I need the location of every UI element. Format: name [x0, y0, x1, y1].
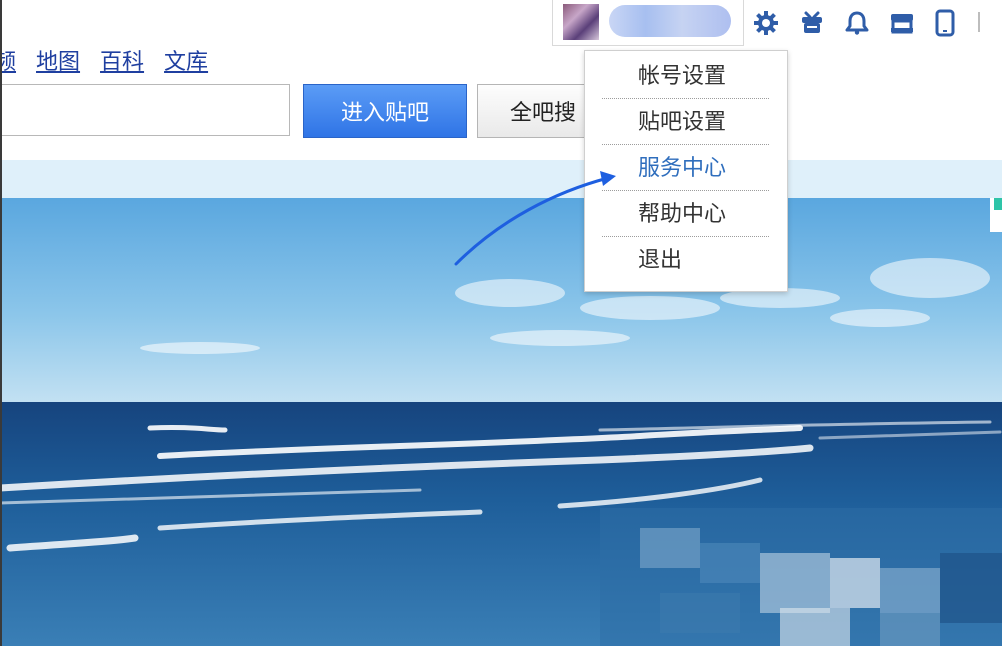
menu-item-service-center[interactable]: 服务中心 — [602, 145, 769, 191]
settings-dropdown: 帐号设置 贴吧设置 服务中心 帮助中心 退出 — [584, 50, 788, 292]
window-edge — [0, 0, 2, 646]
toolbar-divider — [978, 12, 980, 32]
menu-item-help-center[interactable]: 帮助中心 — [602, 191, 769, 237]
search-input[interactable] — [0, 84, 290, 136]
store-icon[interactable] — [887, 8, 917, 38]
tablet-icon[interactable] — [930, 8, 960, 38]
user-menu-trigger[interactable] — [552, 0, 744, 46]
bell-icon[interactable] — [842, 8, 872, 38]
avatar[interactable] — [563, 4, 599, 40]
gear-icon[interactable] — [751, 8, 781, 38]
banner-sea-image — [0, 198, 1002, 646]
banner-top-strip — [0, 160, 1002, 198]
gift-icon[interactable] — [797, 8, 827, 38]
nav-link-baike[interactable]: 百科 — [100, 44, 144, 78]
menu-item-logout[interactable]: 退出 — [602, 237, 769, 283]
menu-item-account-settings[interactable]: 帐号设置 — [602, 53, 769, 99]
nav-link-wenku[interactable]: 文库 — [164, 44, 208, 78]
top-nav: 频 地图 百科 文库 — [0, 44, 208, 78]
enter-tieba-button[interactable]: 进入贴吧 — [303, 84, 467, 138]
nav-link-map[interactable]: 地图 — [36, 44, 80, 78]
menu-item-tieba-settings[interactable]: 贴吧设置 — [602, 99, 769, 145]
username[interactable] — [609, 5, 731, 37]
nav-link-partial[interactable]: 频 — [0, 44, 16, 78]
